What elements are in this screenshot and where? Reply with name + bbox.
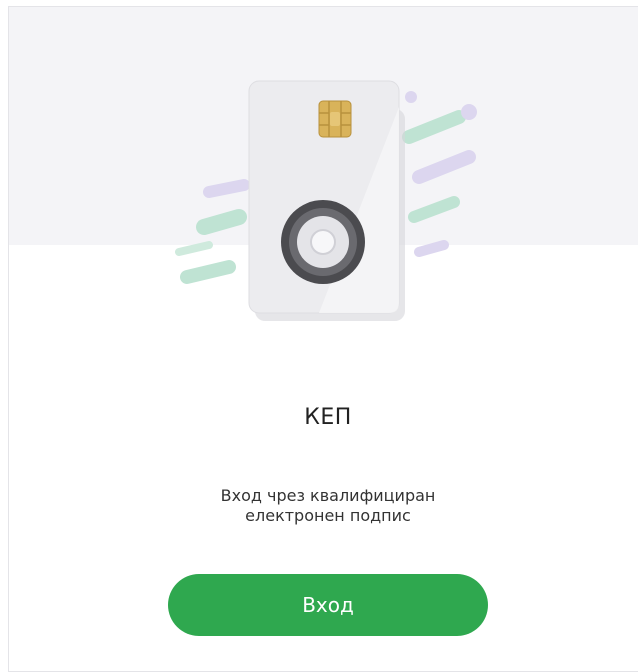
card-description-line-1: Вход чрез квалифициран <box>220 486 436 505</box>
smart-card-icon <box>175 80 477 321</box>
card-description: Вход чрез квалифициран електронен подпис <box>9 486 638 526</box>
kep-login-card: КЕП Вход чрез квалифициран електронен по… <box>8 6 638 672</box>
fingerprint-sensor-icon <box>281 200 365 284</box>
login-button[interactable]: Вход <box>168 574 488 636</box>
chip-icon <box>318 100 352 138</box>
card-title: КЕП <box>304 405 352 430</box>
card-description-line-2: електронен подпис <box>245 506 411 525</box>
